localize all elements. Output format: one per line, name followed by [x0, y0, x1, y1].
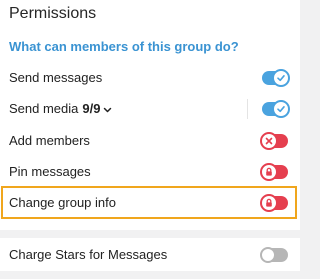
section-header: What can members of this group do?	[9, 39, 239, 54]
permission-label: Send messages	[9, 70, 103, 85]
permission-label: Pin messages	[9, 164, 91, 179]
permission-row-pin-messages[interactable]: Pin messages	[0, 158, 300, 186]
charge-stars-toggle[interactable]	[260, 247, 288, 263]
page-title: Permissions	[9, 5, 97, 22]
permission-row-send-media[interactable]: Send media 9/9	[0, 95, 300, 123]
permission-label: Send media	[9, 101, 79, 116]
permission-row-charge-stars[interactable]: Charge Stars for Messages	[0, 238, 300, 266]
permission-label: Charge Stars for Messages	[9, 247, 168, 262]
pin-messages-toggle[interactable]	[260, 163, 288, 181]
lock-icon	[260, 163, 278, 181]
close-icon	[260, 132, 278, 150]
row-divider	[247, 99, 248, 119]
charge-stars-section: Charge Stars for Messages	[0, 238, 300, 271]
send-media-toggle[interactable]	[262, 100, 290, 118]
check-icon	[272, 69, 290, 87]
permission-row-add-members[interactable]: Add members	[0, 127, 300, 155]
chevron-down-icon[interactable]	[103, 101, 112, 119]
permission-row-send-messages[interactable]: Send messages	[0, 64, 300, 92]
highlight-box	[1, 186, 297, 219]
check-icon	[272, 100, 290, 118]
toggle-knob	[260, 247, 276, 263]
permission-label-wrap[interactable]: Send media 9/9	[9, 100, 112, 119]
add-members-toggle[interactable]	[260, 132, 288, 150]
permission-label: Add members	[9, 133, 90, 148]
send-messages-toggle[interactable]	[262, 69, 290, 87]
media-count: 9/9	[82, 101, 101, 116]
